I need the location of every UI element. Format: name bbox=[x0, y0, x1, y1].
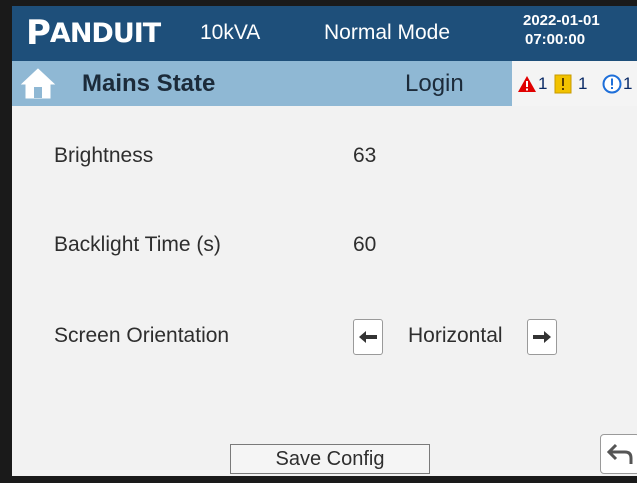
backlight-time-label: Backlight Time (s) bbox=[54, 233, 221, 256]
home-icon[interactable] bbox=[20, 66, 56, 100]
return-icon bbox=[607, 443, 633, 464]
orientation-prev-button[interactable] bbox=[353, 319, 383, 355]
warning-alarm[interactable]: 1 bbox=[554, 74, 587, 94]
device-frame: P ANDUIT 10kVA Normal Mode 2022-01-01 07:… bbox=[0, 0, 637, 483]
critical-alarm-count: 1 bbox=[538, 74, 548, 93]
info-alarm-count: 1 bbox=[623, 74, 633, 93]
critical-alarm[interactable]: 1 bbox=[517, 74, 547, 94]
datetime: 2022-01-01 07:00:00 bbox=[523, 11, 600, 49]
warning-alarm-count: 1 bbox=[578, 74, 588, 93]
alarm-summary[interactable]: 1 1 1 bbox=[512, 61, 637, 106]
screen-orientation-label: Screen Orientation bbox=[54, 324, 230, 347]
screen: P ANDUIT 10kVA Normal Mode 2022-01-01 07:… bbox=[12, 6, 637, 476]
login-button[interactable]: Login bbox=[405, 70, 464, 98]
orientation-next-button[interactable] bbox=[527, 319, 557, 355]
info-alarm[interactable]: 1 bbox=[602, 74, 632, 94]
back-button[interactable] bbox=[600, 434, 637, 474]
info-alarm-icon bbox=[602, 74, 622, 94]
logo-initial: P bbox=[26, 13, 51, 53]
page-title: Mains State bbox=[82, 70, 216, 97]
arrow-right-icon bbox=[533, 331, 551, 343]
brightness-label: Brightness bbox=[54, 144, 154, 167]
brightness-value[interactable]: 63 bbox=[353, 144, 376, 168]
backlight-time-value[interactable]: 60 bbox=[353, 233, 376, 257]
save-config-button[interactable]: Save Config bbox=[230, 444, 430, 474]
screen-orientation-value: Horizontal bbox=[408, 324, 503, 347]
date-label: 2022-01-01 bbox=[523, 12, 600, 29]
status-bar: Mains State Login 1 1 1 bbox=[12, 61, 637, 106]
warning-alarm-icon bbox=[554, 74, 572, 94]
critical-alarm-icon bbox=[518, 76, 536, 92]
mode-label: Normal Mode bbox=[324, 21, 451, 44]
brand-logo: P ANDUIT bbox=[26, 13, 161, 53]
logo-rest: ANDUIT bbox=[49, 17, 161, 49]
header-bar: P ANDUIT 10kVA Normal Mode 2022-01-01 07:… bbox=[12, 6, 637, 61]
arrow-left-icon bbox=[359, 331, 377, 343]
time-label: 07:00:00 bbox=[525, 31, 586, 48]
capacity-label: 10kVA bbox=[200, 21, 261, 44]
